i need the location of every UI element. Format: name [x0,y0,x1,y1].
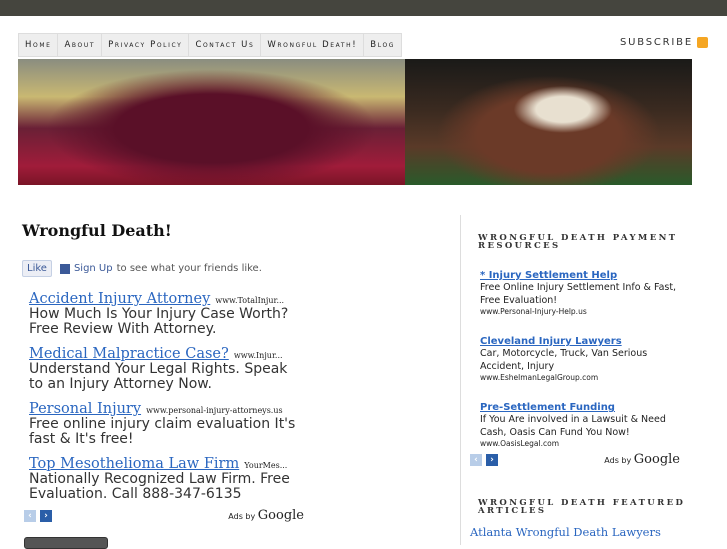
ad-url[interactable]: www.personal-injury-attorneys.us [146,406,282,415]
sidebar-ad-title-link[interactable]: * Injury Settlement Help [480,270,690,281]
sidebar-heading-resources: WRONGFUL DEATH PAYMENT RESOURCES [478,233,678,251]
signup-link[interactable]: Sign Up [74,263,113,274]
ad-title-link[interactable]: Accident Injury Attorney [29,291,210,307]
sidebar-ad-item: Cleveland Injury Lawyers Car, Motorcycle,… [480,336,690,382]
sidebar-ads-by-google[interactable]: Ads by Google [604,452,680,467]
nav-blog[interactable]: Blog [364,34,401,56]
sidebar-ad-title-link[interactable]: Pre-Settlement Funding [480,402,690,413]
facebook-icon [59,263,70,274]
ad-item: Top Mesothelioma Law Firm YourMes... Nati… [29,453,301,502]
rss-icon [696,37,708,48]
ad-item: Personal Injury www.personal-injury-atto… [29,398,301,447]
ad-title-link[interactable]: Medical Malpractice Case? [29,346,229,362]
sidebar-heading-articles: WRONGFUL DEATH FEATURED ARTICLES [478,498,686,516]
column-divider [460,215,461,545]
main-nav: Home About Privacy Policy Contact Us Wro… [18,33,403,57]
subscribe-link[interactable]: SUBSCRIBE [620,37,708,48]
article-link[interactable]: Atlanta Wrongful Death Lawyers [470,525,690,539]
sidebar-ad-description: Car, Motorcycle, Truck, Van Serious Acci… [480,348,648,372]
sidebar-ad-item: Pre-Settlement Funding If You Are involve… [480,402,690,448]
ad-url[interactable]: www.Injur... [234,351,283,360]
sidebar-ad-url[interactable]: www.Personal-Injury-Help.us [480,307,690,316]
ad-url[interactable]: www.TotalInjur... [215,296,284,305]
sidebar-ad-item: * Injury Settlement Help Free Online Inju… [480,270,690,316]
facebook-like-widget: Like Sign Up to see what your friends li… [22,260,262,277]
prev-arrow-icon[interactable]: ‹ [24,509,36,522]
sidebar-ad-url[interactable]: www.OasisLegal.com [480,439,690,448]
nav-home[interactable]: Home [19,34,59,56]
ads-by-google[interactable]: Ads by Google [228,508,304,523]
next-arrow-icon[interactable]: › [40,509,52,522]
sidebar: WRONGFUL DEATH PAYMENT RESOURCES * Injur… [470,234,690,539]
ad-description: Nationally Recognized Law Firm. Free Eva… [29,471,290,502]
ad-description: Understand Your Legal Rights. Speak to a… [29,361,288,392]
ad-block-main: Accident Injury Attorney www.TotalInjur.… [24,288,304,523]
ad-title-link[interactable]: Personal Injury [29,401,141,417]
nav-contact-us[interactable]: Contact Us [189,34,262,56]
subscribe-label: SUBSCRIBE [620,37,693,48]
like-button[interactable]: Like [22,260,52,277]
banner-image-casket-right [405,59,692,185]
ad-description: Free online injury claim evaluation It's… [29,416,296,447]
header-banner [18,59,692,185]
sidebar-ad-description: Free Online Injury Settlement Info & Fas… [480,282,677,306]
sidebar-ad-url[interactable]: www.EshelmanLegalGroup.com [480,373,690,382]
fb-text: to see what your friends like. [116,263,262,274]
ad-url[interactable]: YourMes... [244,461,287,470]
ad-description: How Much Is Your Injury Case Worth? Free… [29,306,289,337]
ad-item: Medical Malpractice Case? www.Injur... Un… [29,343,301,392]
nav-privacy-policy[interactable]: Privacy Policy [102,34,190,56]
ad-title-link[interactable]: Top Mesothelioma Law Firm [29,456,239,472]
banner-image-casket-left [18,59,405,185]
nav-about[interactable]: About [58,34,103,56]
sidebar-ad-description: If You Are involved in a Lawsuit & Need … [480,414,666,438]
page-title: Wrongful Death! [22,221,172,240]
sidebar-prev-arrow-icon[interactable]: ‹ [470,453,482,466]
nav-wrongful-death[interactable]: Wrongful Death! [261,34,365,56]
sidebar-next-arrow-icon[interactable]: › [486,453,498,466]
ad-item: Accident Injury Attorney www.TotalInjur.… [29,288,301,337]
top-bar [0,0,727,16]
sidebar-ad-title-link[interactable]: Cleveland Injury Lawyers [480,336,690,347]
tweet-button[interactable] [24,537,108,549]
